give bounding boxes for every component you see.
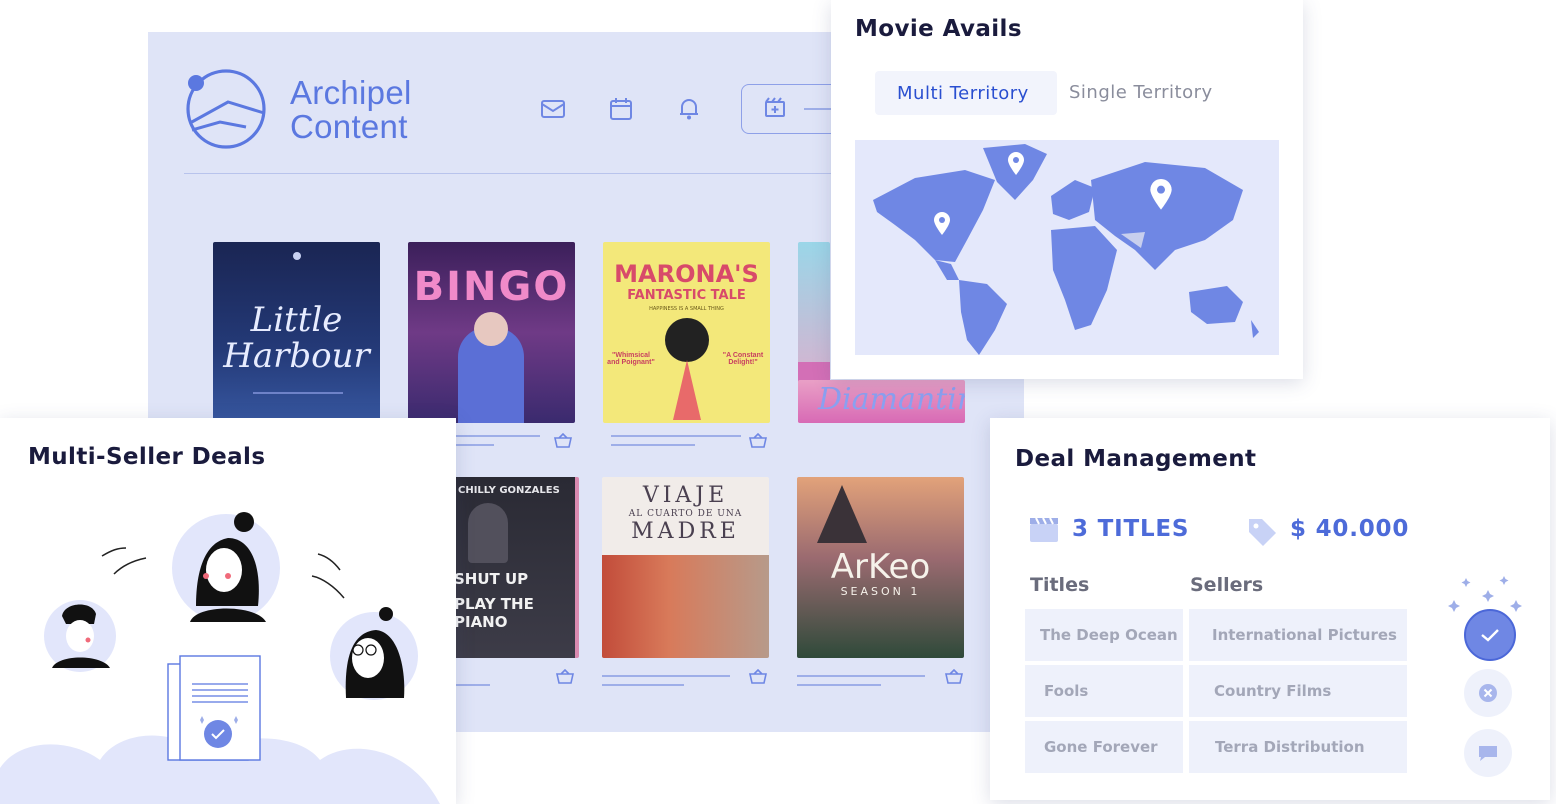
seller-text: Terra Distribution <box>1215 738 1365 756</box>
table-cell-seller[interactable]: Terra Distribution <box>1189 721 1407 773</box>
title-text: Gone Forever <box>1044 738 1158 756</box>
poster-subtitle: PLAY THE PIANO <box>454 595 534 631</box>
reject-button[interactable] <box>1464 669 1512 717</box>
poster-title: ArKeo <box>830 547 931 587</box>
credits-line <box>253 392 343 394</box>
price-tag-icon <box>1249 519 1276 546</box>
dog-illustration <box>665 318 709 362</box>
chat-icon <box>1479 746 1497 761</box>
poster-viaje-al-cuarto-de-una-madre[interactable]: VIAJE AL CUARTO DE UNA MADRE <box>602 477 769 658</box>
pianist-figure <box>468 503 508 563</box>
dress-illustration <box>673 360 701 420</box>
table-cell-seller[interactable]: Country Films <box>1189 665 1407 717</box>
map-pin-icon[interactable] <box>933 212 951 236</box>
movie-avails-title: Movie Avails <box>855 16 1022 42</box>
world-map-svg <box>873 144 1259 355</box>
tab-multi-territory[interactable]: Multi Territory <box>875 71 1057 115</box>
basket-icon[interactable] <box>554 433 572 449</box>
poster-title-2: MADRE <box>631 519 740 544</box>
poster-maronas-fantastic-tale[interactable]: MARONA'S FANTASTIC TALE HAPPINESS IS A S… <box>603 242 770 423</box>
table-cell-title[interactable]: Fools <box>1025 665 1183 717</box>
subtitle-placeholder <box>797 684 881 686</box>
table-cell-title[interactable]: The Deep Ocean <box>1025 609 1183 661</box>
poster-arkeo[interactable]: ArKeo SEASON 1 <box>797 477 964 658</box>
column-header-titles: Titles <box>1030 574 1090 596</box>
table-cell-title[interactable]: Gone Forever <box>1025 721 1183 773</box>
title-placeholder <box>611 435 741 437</box>
clown-face <box>474 312 508 346</box>
tab-single-territory[interactable]: Single Territory <box>1069 82 1213 103</box>
calendar-icon[interactable] <box>608 96 634 122</box>
map-pin-icon[interactable] <box>1007 152 1025 176</box>
poster-tagline: HAPPINESS IS A SMALL THING <box>649 306 724 312</box>
poster-title: VIAJE <box>642 483 729 508</box>
deal-management-title: Deal Management <box>1015 446 1257 472</box>
deal-management-card: Deal Management 3 TITLES $ 40.000 Titles… <box>990 418 1550 800</box>
temple-silhouette <box>817 485 867 543</box>
map-pin-icon[interactable] <box>1149 178 1173 212</box>
archipel-logo-icon <box>186 69 266 149</box>
festival-laurel-icon <box>293 252 301 260</box>
poster-subtitle: FANTASTIC TALE <box>627 288 746 303</box>
subtitle-placeholder <box>611 444 695 446</box>
table-cell-seller[interactable]: International Pictures <box>1189 609 1407 661</box>
poster-quote-right: "A Constant Delight!" <box>722 352 764 366</box>
multi-seller-title: Multi-Seller Deals <box>28 444 266 470</box>
poster-title: Diamantino <box>818 382 965 417</box>
basket-icon[interactable] <box>749 669 767 685</box>
mail-icon[interactable] <box>540 96 566 122</box>
subtitle-placeholder <box>602 684 684 686</box>
poster-subtitle: AL CUARTO DE UNA <box>628 509 743 519</box>
poster-photo <box>602 555 769 658</box>
tab-label: Multi Territory <box>897 83 1029 104</box>
poster-top-text: CHILLY GONZALES <box>458 485 560 496</box>
brand-line-2: Content <box>290 108 408 145</box>
header-divider <box>184 173 884 174</box>
poster-title: BINGO <box>413 264 570 310</box>
poster-title: SHUT UP <box>454 570 529 588</box>
poster-diamantino-lower[interactable]: Diamantino <box>798 380 965 423</box>
poster-title: MARONA'S <box>614 260 759 288</box>
deal-amount: $ 40.000 <box>1290 516 1410 542</box>
title-text: Fools <box>1044 682 1089 700</box>
seller-text: International Pictures <box>1212 626 1397 644</box>
clapperboard-icon <box>1030 517 1058 542</box>
basket-icon[interactable] <box>945 669 963 685</box>
poster-title: Little Harbour <box>223 300 370 376</box>
world-map[interactable] <box>855 140 1279 355</box>
poster-bingo[interactable]: BINGO <box>408 242 575 423</box>
check-icon <box>1481 629 1499 642</box>
column-header-sellers: Sellers <box>1190 574 1264 596</box>
film-add-icon <box>765 97 785 117</box>
close-icon <box>1479 684 1497 702</box>
poster-quote-left: "Whimsical and Poignant" <box>607 352 655 366</box>
approve-button[interactable] <box>1464 609 1516 661</box>
bell-icon[interactable] <box>676 96 702 122</box>
poster-little-harbour[interactable]: Little Harbour <box>213 242 380 423</box>
poster-shut-up-and-play-the-piano[interactable]: CHILLY GONZALES SHUT UP PLAY THE PIANO <box>440 477 579 658</box>
title-text: The Deep Ocean <box>1040 626 1178 644</box>
seller-text: Country Films <box>1214 682 1332 700</box>
titles-count: 3 TITLES <box>1072 516 1190 542</box>
basket-icon[interactable] <box>556 669 574 685</box>
brand-name[interactable]: Archipel Content <box>290 76 412 144</box>
basket-icon[interactable] <box>749 433 767 449</box>
brand-line-1: Archipel <box>290 74 412 111</box>
multi-seller-illustration <box>0 512 440 804</box>
poster-subtitle: SEASON 1 <box>840 585 921 598</box>
title-placeholder <box>797 675 925 677</box>
comment-button[interactable] <box>1464 729 1512 777</box>
title-placeholder <box>602 675 730 677</box>
multi-seller-deals-card: Multi-Seller Deals <box>0 418 456 804</box>
movie-avails-card: Movie Avails Multi Territory Single Terr… <box>831 0 1303 379</box>
